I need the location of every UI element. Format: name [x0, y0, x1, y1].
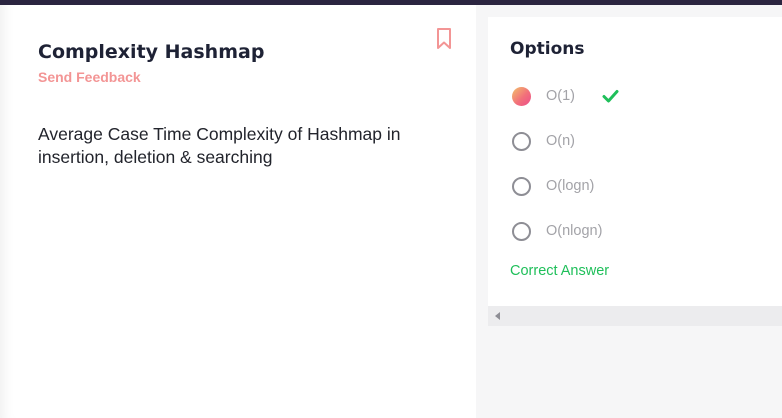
problem-title: Complexity Hashmap	[38, 41, 265, 63]
option-label: O(logn)	[546, 178, 595, 194]
radio-unselected[interactable]	[512, 132, 531, 151]
problem-question: Average Case Time Complexity of Hashmap …	[38, 124, 401, 167]
option-label: O(1)	[546, 88, 575, 104]
options-heading: Options	[510, 39, 585, 59]
horizontal-scrollbar[interactable]	[488, 306, 782, 326]
option-label: O(nlogn)	[546, 223, 603, 239]
option-onlogn[interactable]: O(nlogn)	[510, 221, 770, 243]
radio-unselected[interactable]	[512, 222, 531, 241]
radio-unselected[interactable]	[512, 177, 531, 196]
result-status: Correct Answer	[510, 263, 610, 279]
problem-panel	[0, 5, 476, 418]
option-o1[interactable]: O(1)	[510, 86, 770, 108]
option-label: O(n)	[546, 133, 575, 149]
send-feedback-link[interactable]: Send Feedback	[38, 69, 141, 85]
radio-selected[interactable]	[512, 87, 531, 106]
checkmark-icon	[602, 89, 619, 103]
option-on[interactable]: O(n)	[510, 131, 770, 153]
options-card: Options O(1) O(n) O(logn) O(nlogn) Corre…	[488, 17, 782, 306]
bookmark-icon[interactable]	[435, 27, 453, 51]
chevron-left-icon[interactable]	[495, 312, 500, 320]
option-ologn[interactable]: O(logn)	[510, 176, 770, 198]
